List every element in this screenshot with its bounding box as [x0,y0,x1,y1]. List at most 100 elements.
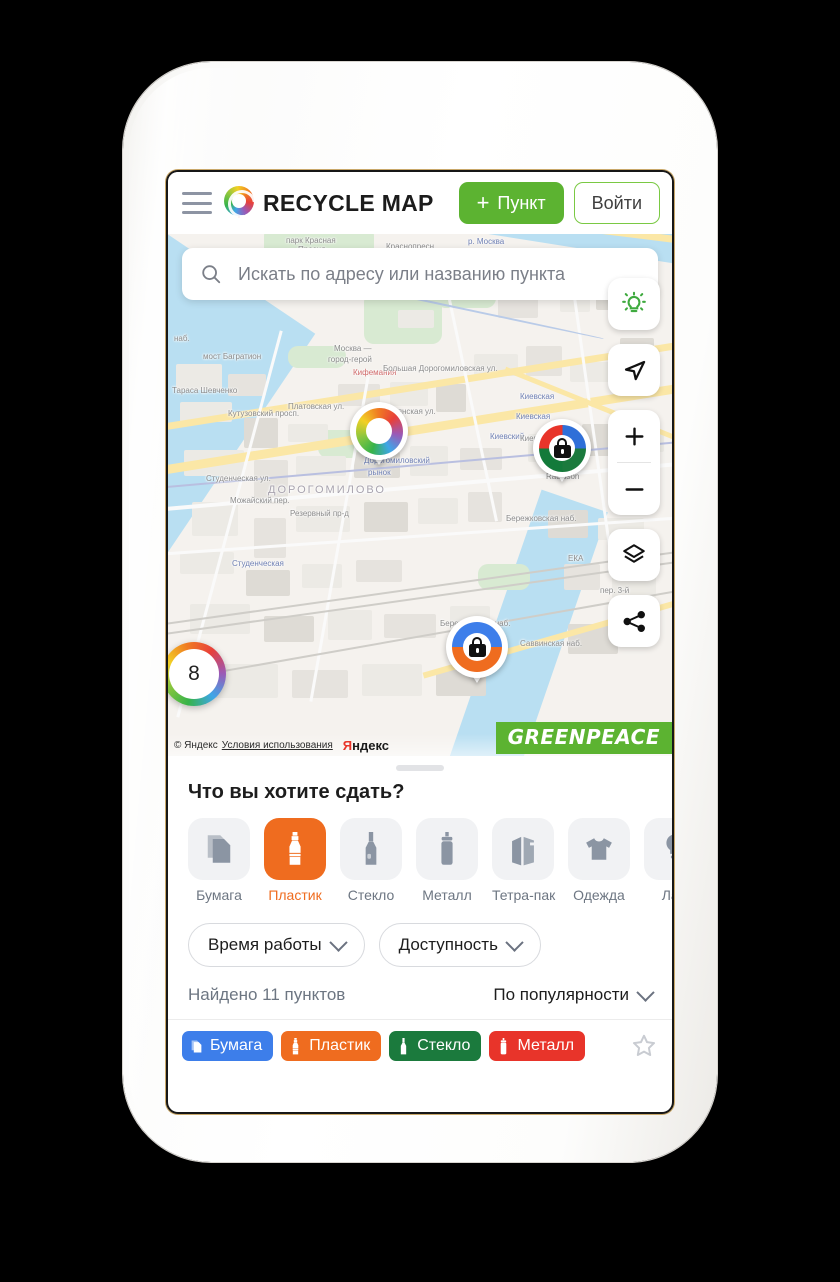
terms-of-use-link[interactable]: Условия использования [222,740,333,751]
paper-stack-icon [188,818,250,880]
tag-label: Пластик [309,1037,371,1054]
category-lamp[interactable]: Лам [644,818,672,903]
lock-icon [468,637,486,657]
sheet-title: Что вы хотите сдать? [188,781,405,803]
map-label: р. Москва [468,237,505,246]
plus-icon: + [476,190,490,215]
material-tags-row: Бумага Пластик Стекло Металл [168,1020,672,1072]
sort-selector[interactable]: По популярности [493,982,655,1005]
lightbulb-idea-icon[interactable] [608,278,660,330]
zoom-out-icon[interactable] [608,463,660,515]
map-view[interactable]: парк КраснаяПресняр. МоскваКраснопресн.н… [168,234,672,756]
tshirt-icon [568,818,630,880]
plastic-bottle-icon [264,818,326,880]
filter-accessibility[interactable]: Доступность [378,923,541,967]
search-input[interactable] [236,262,640,286]
glass-bottle-icon [340,818,402,880]
layers-icon[interactable] [608,529,660,581]
map-label: рынок [368,468,391,477]
glass-bottle-icon [397,1037,410,1055]
map-label: наб. [174,334,190,343]
tag-plastic-bottle[interactable]: Пластик [281,1031,382,1061]
phone-screen: RECYCLE MAP + Пункт Войти парк Красная р… [168,172,672,1112]
tag-label: Металл [517,1037,575,1054]
category-glass-bottle[interactable]: Стекло [340,818,402,903]
map-label: парк Красная [286,236,336,245]
paper-stack-icon [190,1038,203,1055]
add-point-button[interactable]: + Пункт [458,182,564,224]
metal-can-icon [497,1037,510,1055]
map-pin-locked-rgb[interactable] [533,419,591,482]
map-label: Киевская [520,392,555,401]
map-canvas: парк КраснаяПресняр. МоскваКраснопресн.н… [168,234,672,756]
map-label: ДОРОГОМИЛОВО [268,484,386,496]
map-label: Большая Дорогомиловская ул. [383,364,498,373]
chevron-down-icon [636,982,655,1002]
map-label: мост Багратион [203,352,262,361]
lamp-icon [644,818,672,880]
category-label: Тетра-пак [492,887,556,903]
results-count: Найдено 11 пунктов [188,985,346,1004]
category-label: Стекло [347,887,395,903]
map-label: Платовская ул. [288,402,345,411]
hamburger-menu-icon[interactable] [182,192,212,214]
category-label: Металл [422,887,472,903]
category-selector: Бумага Пластик Стекло Металл Тетра-пак Одежда… [168,804,672,907]
share-icon[interactable] [608,595,660,647]
metal-can-icon [416,818,478,880]
phone-device-frame: RECYCLE MAP + Пункт Войти парк Красная р… [123,62,717,1162]
yandex-wordmark: Яндекс [342,737,390,753]
sort-label: По популярности [493,985,629,1004]
tag-glass-bottle[interactable]: Стекло [389,1031,482,1061]
recycle-map-pin-logo [222,184,262,224]
map-pin-locked-blue-orange[interactable] [446,616,508,683]
zoom-controls [608,410,660,515]
tetra-pak-icon [492,818,554,880]
app-logo[interactable]: RECYCLE MAP [222,184,434,224]
map-label: Резервный пр-д [290,509,349,518]
tag-metal-can[interactable]: Металл [489,1031,586,1061]
plastic-bottle-icon [289,1037,302,1055]
sheet-drag-handle[interactable] [396,765,444,771]
filter-accessibility-label: Доступность [398,935,498,954]
yandex-copyright: © Яндекс [174,739,218,751]
results-summary-row: Найдено 11 пунктов По популярности [168,969,672,1020]
map-label: Тараса Шевченко [172,386,238,395]
map-controls [608,278,660,661]
bottom-sheet: Что вы хотите сдать? Бумага Пластик Стекло… [168,765,672,1072]
tag-paper-stack[interactable]: Бумага [182,1031,274,1061]
map-label: Бережковская наб. [506,514,577,523]
category-tshirt[interactable]: Одежда [568,818,630,903]
cluster-count: 8 [169,649,219,699]
map-label: Москва — [334,344,372,353]
app-header: RECYCLE MAP + Пункт Войти [168,172,672,234]
screenshot-stage: RECYCLE MAP + Пункт Войти парк Красная р… [0,0,840,1282]
map-label: Саввинская наб. [520,639,583,648]
category-plastic-bottle[interactable]: Пластик [264,818,326,903]
category-label: Бумага [196,887,242,903]
filter-working-hours-label: Время работы [208,935,322,954]
search-icon [202,265,221,284]
category-label: Пластик [268,887,322,903]
greenpeace-logo: GREENPEACE [495,722,672,754]
add-point-label: Пункт [497,192,546,213]
map-label: Можайский пер. [230,496,290,505]
category-metal-can[interactable]: Металл [416,818,478,903]
chevron-down-icon [505,932,524,952]
search-bar[interactable] [182,248,658,300]
star-outline-icon[interactable] [630,1032,658,1060]
lock-icon [553,438,571,458]
zoom-in-icon[interactable] [608,410,660,462]
tag-label: Бумага [210,1037,263,1054]
map-pin-multicolor[interactable] [350,402,408,465]
map-label: ЕКА [568,554,584,563]
map-label: город-герой [328,355,372,364]
filter-working-hours[interactable]: Время работы [188,923,365,967]
login-button[interactable]: Войти [573,182,660,224]
header-actions: + Пункт Войти [458,182,660,224]
category-paper-stack[interactable]: Бумага [188,818,250,903]
tag-label: Стекло [417,1037,471,1054]
locate-me-icon[interactable] [608,344,660,396]
category-tetra-pak[interactable]: Тетра-пак [492,818,556,903]
brand-title: RECYCLE MAP [263,189,434,216]
